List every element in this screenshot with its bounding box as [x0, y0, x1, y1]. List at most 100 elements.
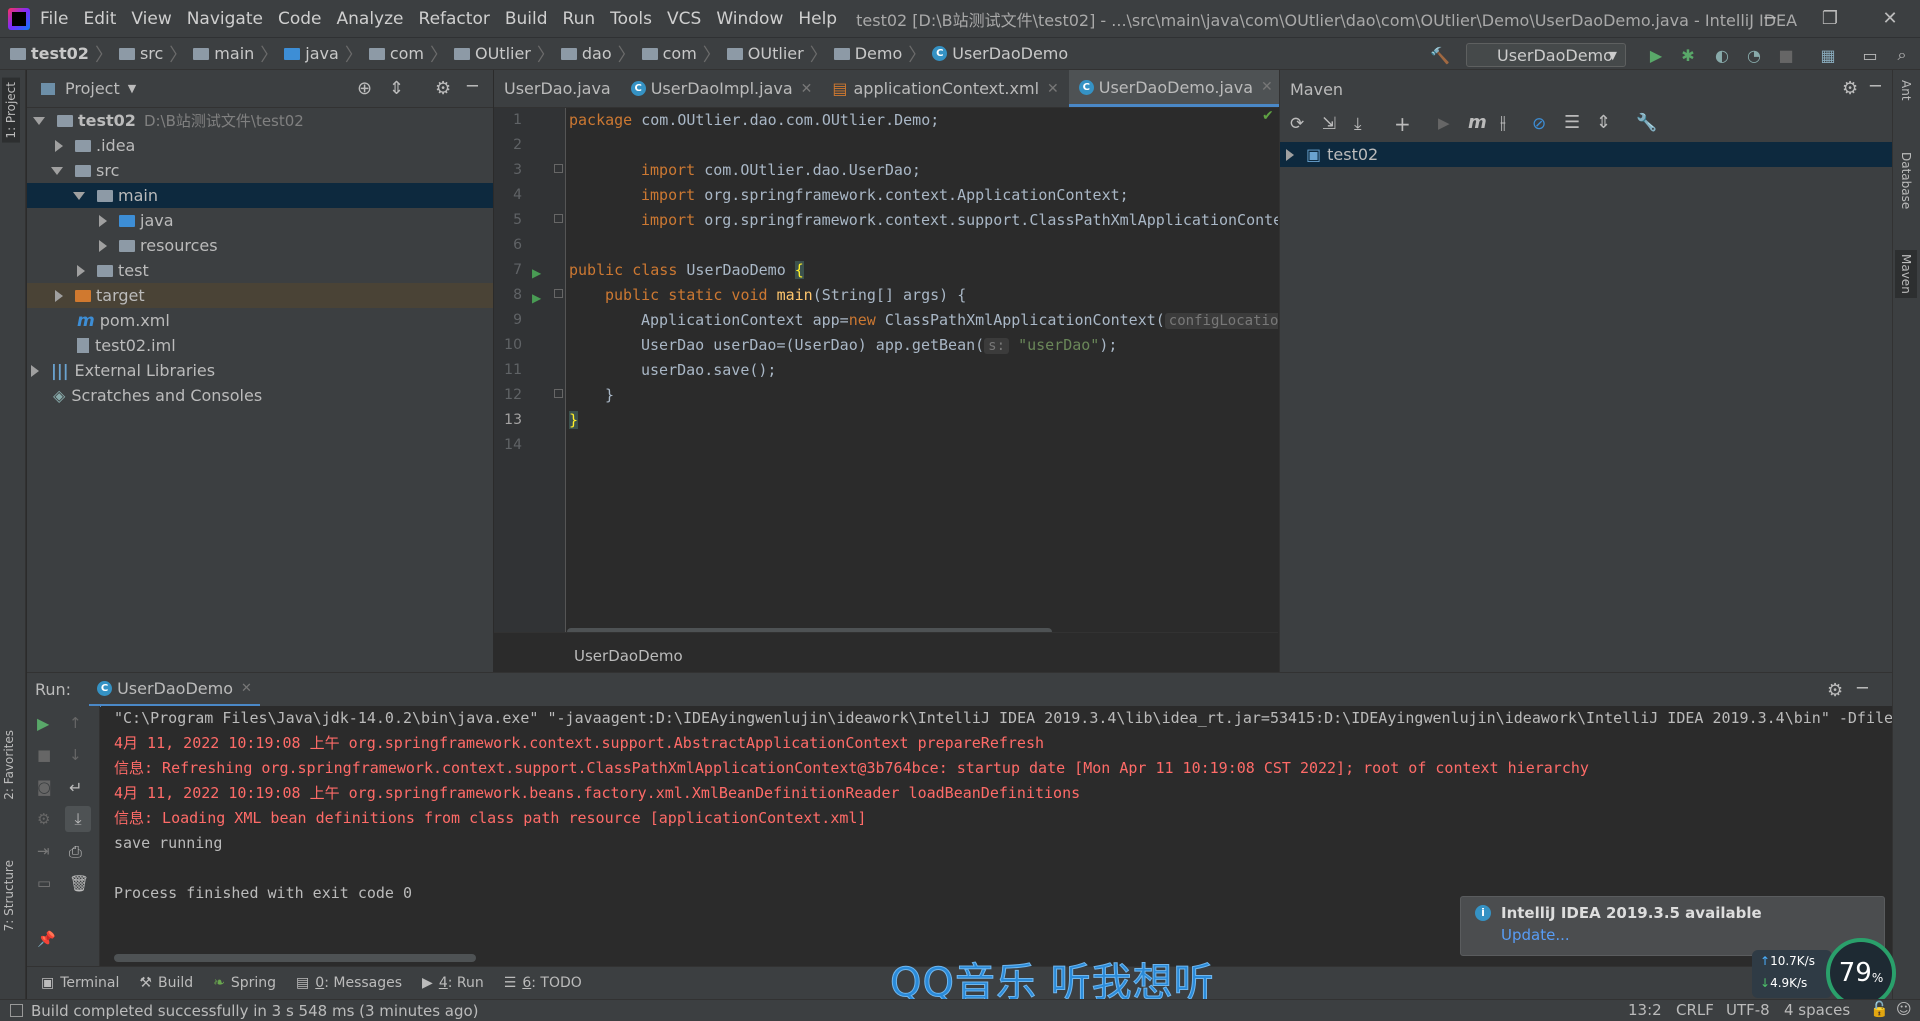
- tree-item-main[interactable]: main: [27, 183, 493, 208]
- tree-item-external-libraries[interactable]: ||| External Libraries: [27, 358, 493, 383]
- close-tab-icon[interactable]: ✕: [801, 81, 813, 97]
- project-panel-title[interactable]: Project: [65, 79, 120, 98]
- down-arrow-icon[interactable]: ↓: [69, 746, 82, 764]
- fold-icon[interactable]: [554, 214, 563, 223]
- tab-favorites[interactable]: 2: Favorites: [2, 730, 16, 800]
- menu-tools[interactable]: Tools: [610, 9, 652, 29]
- menu-window[interactable]: Window: [716, 9, 783, 29]
- breadcrumb-class[interactable]: C UserDaoDemo: [932, 44, 1068, 63]
- close-tab-icon[interactable]: ✕: [1261, 79, 1273, 95]
- wrench-icon[interactable]: 🔧: [1636, 113, 1657, 133]
- menu-navigate[interactable]: Navigate: [187, 9, 263, 29]
- up-arrow-icon[interactable]: ↑: [69, 714, 82, 732]
- close-icon[interactable]: ✕: [1860, 0, 1920, 37]
- menu-refactor[interactable]: Refactor: [419, 9, 490, 29]
- collapse-all-icon[interactable]: ⇕: [1596, 112, 1611, 133]
- horizontal-scrollbar[interactable]: [114, 954, 476, 962]
- tab-userdao[interactable]: UserDao.java: [494, 70, 621, 107]
- chevron-down-icon[interactable]: ▼: [128, 82, 136, 95]
- indent-setting[interactable]: 4 spaces: [1784, 1001, 1850, 1019]
- breadcrumb-java[interactable]: java: [284, 44, 339, 63]
- toggle-offline-icon[interactable]: ⫲: [1500, 112, 1506, 133]
- tab-terminal[interactable]: ▣ Terminal: [41, 975, 119, 991]
- layout-icon[interactable]: ▭: [1860, 45, 1880, 65]
- execute-goal-icon[interactable]: m: [1468, 112, 1487, 133]
- menu-view[interactable]: View: [131, 9, 171, 29]
- scroll-to-end-icon[interactable]: ⤓: [65, 806, 91, 832]
- reload-icon[interactable]: ⟳: [1290, 114, 1304, 134]
- breadcrumb-demo[interactable]: Demo: [833, 44, 902, 63]
- editor-breadcrumb[interactable]: UserDaoDemo: [574, 647, 683, 665]
- hide-panel-icon[interactable]: ─: [467, 76, 478, 97]
- breadcrumb-outlier[interactable]: OUtlier: [453, 44, 531, 63]
- tree-item-test[interactable]: test: [27, 258, 493, 283]
- gear-icon[interactable]: ⚙: [435, 78, 451, 99]
- hide-panel-icon[interactable]: ─: [1870, 76, 1881, 97]
- tab-database[interactable]: Database: [1899, 152, 1913, 209]
- caret-position[interactable]: 13:2: [1628, 1001, 1662, 1019]
- tab-spring[interactable]: ❧ Spring: [213, 975, 276, 991]
- breadcrumb-main[interactable]: main: [193, 44, 254, 63]
- tree-item-test02[interactable]: test02 D:\B站测试文件\test02: [27, 108, 493, 133]
- tab-structure[interactable]: 7: Structure: [2, 860, 16, 931]
- locate-icon[interactable]: ⊕: [357, 78, 372, 99]
- menu-help[interactable]: Help: [798, 9, 837, 29]
- menu-code[interactable]: Code: [278, 9, 322, 29]
- menu-file[interactable]: File: [40, 9, 68, 29]
- run-gutter-icon[interactable]: ▶: [532, 291, 541, 305]
- tab-build[interactable]: ⚒ Build: [139, 975, 193, 991]
- hide-panel-icon[interactable]: ─: [1857, 678, 1868, 699]
- rerun-icon[interactable]: ▶: [37, 714, 49, 733]
- tab-userdaodemo[interactable]: C UserDaoDemo.java ✕: [1068, 70, 1283, 107]
- tab-run[interactable]: ▶ 4: Run: [422, 975, 484, 991]
- tree-item-iml[interactable]: test02.iml: [27, 333, 493, 358]
- tree-item-target[interactable]: target: [27, 283, 493, 308]
- file-encoding[interactable]: UTF-8: [1726, 1001, 1770, 1019]
- tree-item-src[interactable]: src: [27, 158, 493, 183]
- layout-icon[interactable]: ▭: [37, 874, 51, 892]
- fold-icon[interactable]: [554, 289, 563, 298]
- update-link[interactable]: Update...: [1501, 926, 1570, 944]
- menu-build[interactable]: Build: [505, 9, 548, 29]
- run-gutter-icon[interactable]: ▶: [532, 266, 541, 280]
- maven-project-row[interactable]: ▣ test02: [1280, 142, 1893, 167]
- soft-wrap-icon[interactable]: ↵: [69, 778, 82, 797]
- tree-item-resources[interactable]: resources: [27, 233, 493, 258]
- tab-project[interactable]: 1: Project: [2, 78, 20, 143]
- tree-item-scratches[interactable]: ◈ Scratches and Consoles: [27, 383, 493, 408]
- stop-icon[interactable]: ■: [37, 746, 51, 764]
- menu-analyze[interactable]: Analyze: [337, 9, 404, 29]
- pin-icon[interactable]: 📌: [37, 930, 56, 948]
- breadcrumb-project[interactable]: test02: [10, 44, 89, 63]
- search-icon[interactable]: ⌕: [1892, 45, 1912, 65]
- code-editor[interactable]: package com.OUtlier.dao.com.OUtlier.Demo…: [567, 108, 1278, 632]
- tab-applicationcontext[interactable]: ▤ applicationContext.xml ✕: [822, 70, 1068, 107]
- print-icon[interactable]: ⎙: [69, 842, 82, 862]
- build-hammer-icon[interactable]: 🔨: [1430, 45, 1450, 65]
- minimize-icon[interactable]: ─: [1740, 0, 1800, 37]
- gear-icon[interactable]: ⚙: [1827, 680, 1843, 701]
- skip-tests-icon[interactable]: ⊘: [1532, 114, 1546, 134]
- add-icon[interactable]: +: [1394, 112, 1411, 136]
- restore-icon[interactable]: ❐: [1800, 0, 1860, 37]
- fold-icon[interactable]: [554, 164, 563, 173]
- tab-userdaoimpl[interactable]: C UserDaoImpl.java ✕: [621, 70, 823, 107]
- tool-windows-icon[interactable]: [10, 1004, 23, 1017]
- breadcrumb-com[interactable]: com: [368, 44, 424, 63]
- run-tab-userdaodemo[interactable]: C UserDaoDemo ✕: [89, 673, 260, 707]
- breadcrumb-outlier-2[interactable]: OUtlier: [726, 44, 804, 63]
- breadcrumb-dao[interactable]: dao: [560, 44, 612, 63]
- trash-icon[interactable]: 🗑: [69, 874, 89, 893]
- download-icon[interactable]: ⤓: [1354, 114, 1362, 134]
- line-separator[interactable]: CRLF: [1676, 1001, 1714, 1019]
- run-configuration-select[interactable]: UserDaoDemo ▼: [1466, 43, 1626, 67]
- coverage-icon[interactable]: ◐: [1712, 45, 1732, 65]
- debug-icon[interactable]: ✱: [1678, 45, 1698, 65]
- generate-sources-icon[interactable]: ⇲: [1322, 114, 1336, 134]
- close-tab-icon[interactable]: ✕: [1047, 81, 1059, 97]
- stop-icon[interactable]: ■: [1776, 45, 1796, 65]
- tab-ant[interactable]: Ant: [1899, 80, 1913, 101]
- gear-icon[interactable]: ⚙: [1842, 78, 1858, 99]
- tab-maven[interactable]: Maven: [1895, 250, 1917, 298]
- tree-item-java[interactable]: java: [27, 208, 493, 233]
